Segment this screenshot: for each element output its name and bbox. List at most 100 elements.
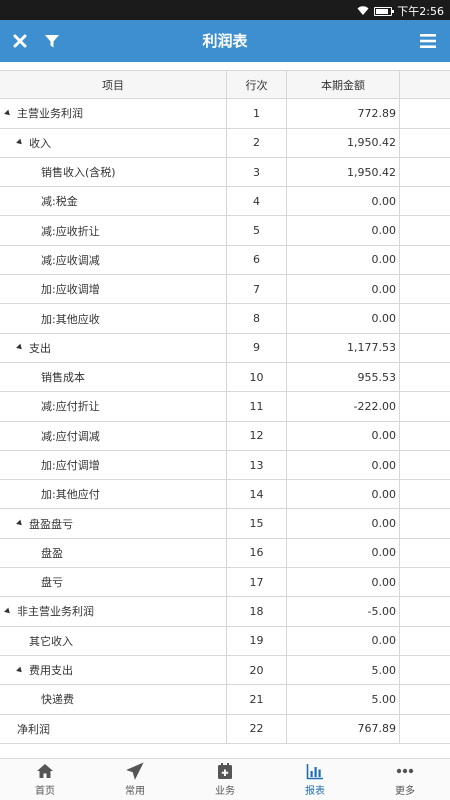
table-row[interactable]: 加:其他应付 14 0.00: [0, 480, 450, 510]
row-item-cell: 盘亏: [0, 568, 227, 598]
home-icon: [37, 764, 53, 778]
row-line-number: 11: [227, 392, 287, 422]
tab-calendar-plus[interactable]: 业务: [180, 759, 270, 800]
row-amount: 0.00: [287, 187, 400, 217]
row-label: 非主营业务利润: [17, 605, 94, 619]
table-row[interactable]: 净利润 22 767.89: [0, 714, 450, 744]
hamburger-icon: [420, 34, 436, 48]
row-item-cell: 减:应付调减: [0, 421, 227, 451]
row-line-number: 4: [227, 187, 287, 217]
tab-home[interactable]: 首页: [0, 759, 90, 800]
row-label: 加:其他应收: [41, 312, 100, 326]
table-row[interactable]: 盘盈盘亏 15 0.00: [0, 509, 450, 539]
tab-label: 业务: [215, 786, 235, 797]
row-line-number: 7: [227, 275, 287, 305]
row-amount: 0.00: [287, 509, 400, 539]
row-item-cell: 费用支出: [0, 655, 227, 686]
row-extra-cell: [400, 656, 450, 686]
filter-button[interactable]: [34, 20, 70, 62]
col-header-item: 项目: [0, 71, 227, 100]
table-row[interactable]: 费用支出 20 5.00: [0, 655, 450, 686]
row-extra-cell: [400, 422, 450, 451]
row-extra-cell: [400, 685, 450, 715]
row-line-number: 12: [227, 421, 287, 451]
row-extra-cell: [400, 715, 450, 744]
table-row[interactable]: 减:应付折让 11 -222.00: [0, 392, 450, 422]
row-label: 快递费: [41, 693, 74, 707]
expand-triangle-icon[interactable]: [16, 138, 24, 147]
row-label: 加:其他应付: [41, 488, 100, 502]
status-time: 下午2:56: [397, 5, 444, 18]
row-item-cell: 减:应付折让: [0, 392, 227, 422]
table-header: 项目 行次 本期金额: [0, 70, 450, 100]
row-item-cell: 其它收入: [0, 626, 227, 656]
table-row[interactable]: 加:应收调增 7 0.00: [0, 275, 450, 305]
table-row[interactable]: 收入 2 1,950.42: [0, 128, 450, 158]
table-row[interactable]: 快递费 21 5.00: [0, 685, 450, 715]
row-item-cell: 加:应付调增: [0, 450, 227, 481]
table-row[interactable]: 减:应收折让 5 0.00: [0, 216, 450, 246]
table-row[interactable]: 非主营业务利润 18 -5.00: [0, 597, 450, 627]
table-row[interactable]: 减:税金 4 0.00: [0, 187, 450, 217]
row-label: 盘亏: [41, 576, 63, 590]
row-extra-cell: [400, 509, 450, 539]
row-amount: 0.00: [287, 626, 400, 656]
expand-triangle-icon[interactable]: [16, 343, 24, 352]
row-label: 支出: [29, 341, 51, 355]
tab-label: 更多: [395, 786, 415, 797]
row-amount: 1,950.42: [287, 128, 400, 158]
row-item-cell: 快递费: [0, 685, 227, 715]
table-row[interactable]: 其它收入 19 0.00: [0, 626, 450, 656]
tab-label: 首页: [35, 786, 55, 797]
expand-triangle-icon[interactable]: [4, 109, 12, 118]
bottom-tabbar: 首页 常用 业务 报表 更多: [0, 758, 450, 800]
table-row[interactable]: 加:应付调增 13 0.00: [0, 450, 450, 481]
row-amount: 0.00: [287, 450, 400, 481]
tab-more[interactable]: 更多: [360, 759, 450, 800]
table-row[interactable]: 加:其他应收 8 0.00: [0, 304, 450, 334]
expand-triangle-icon[interactable]: [4, 607, 12, 616]
row-extra-cell: [400, 451, 450, 481]
tab-send[interactable]: 常用: [90, 759, 180, 800]
close-button[interactable]: [2, 20, 38, 62]
expand-triangle-icon[interactable]: [16, 519, 24, 528]
row-extra-cell: [400, 568, 450, 598]
row-label: 费用支出: [29, 664, 73, 678]
row-item-cell: 减:应收调减: [0, 245, 227, 276]
table-row[interactable]: 销售收入(含税) 3 1,950.42: [0, 157, 450, 188]
menu-button[interactable]: [410, 20, 446, 62]
row-amount: 0.00: [287, 304, 400, 334]
row-item-cell: 加:其他应收: [0, 304, 227, 334]
table-row[interactable]: 盘亏 17 0.00: [0, 568, 450, 598]
tab-bar-chart[interactable]: 报表: [270, 759, 360, 800]
row-extra-cell: [400, 480, 450, 510]
tab-label: 常用: [125, 786, 145, 797]
row-item-cell: 收入: [0, 128, 227, 158]
row-item-cell: 主营业务利润: [0, 99, 227, 129]
table-row[interactable]: 支出 9 1,177.53: [0, 333, 450, 363]
row-line-number: 16: [227, 538, 287, 569]
table-row[interactable]: 销售成本 10 955.53: [0, 362, 450, 393]
table-row[interactable]: 主营业务利润 1 772.89: [0, 99, 450, 129]
bar-chart-icon: [306, 764, 323, 780]
row-line-number: 14: [227, 480, 287, 510]
row-line-number: 15: [227, 509, 287, 539]
row-extra-cell: [400, 129, 450, 158]
table-row[interactable]: 盘盈 16 0.00: [0, 538, 450, 569]
row-item-cell: 减:应收折让: [0, 216, 227, 246]
row-extra-cell: [400, 246, 450, 276]
tab-label: 报表: [305, 786, 325, 797]
table-row[interactable]: 减:应收调减 6 0.00: [0, 245, 450, 276]
row-item-cell: 销售成本: [0, 362, 227, 393]
row-extra-cell: [400, 392, 450, 422]
calendar-plus-icon: [218, 763, 232, 779]
expand-triangle-icon[interactable]: [16, 666, 24, 674]
row-line-number: 17: [227, 568, 287, 598]
row-label: 主营业务利润: [17, 107, 83, 121]
row-label: 其它收入: [29, 634, 73, 648]
row-label: 减:应付折让: [41, 400, 100, 414]
table-row[interactable]: 减:应付调减 12 0.00: [0, 421, 450, 451]
row-extra-cell: [400, 627, 450, 656]
row-line-number: 3: [227, 157, 287, 188]
row-line-number: 22: [227, 714, 287, 744]
